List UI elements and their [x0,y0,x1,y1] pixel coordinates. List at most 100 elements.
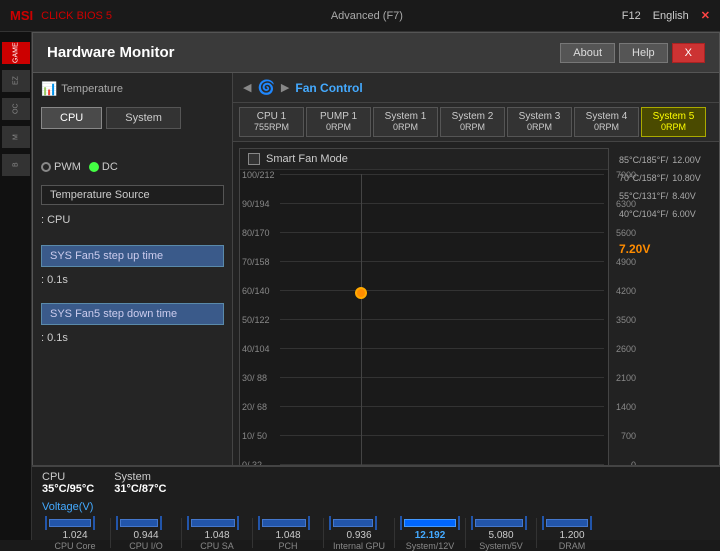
voltage-5v: 5.080 System/5V [466,516,536,551]
cpu-tab[interactable]: CPU [41,107,102,129]
voltage-section-label: Voltage(V) [32,499,720,515]
hardware-monitor-modal: Hardware Monitor About Help X 📊 Temperat… [32,32,720,540]
sidebar-tab-ez[interactable]: EZ [2,70,30,92]
sidebar-tab-oc[interactable]: OC [2,98,30,120]
cpu-temp-value: 35°C/95°C [42,483,94,495]
grid-line-6: 60/140 4200 [280,290,604,291]
left-sidebar: GAME EZ OC M B [0,32,32,540]
fan-btn-pump1[interactable]: PUMP 10RPM [306,107,371,137]
chart-area[interactable]: 100/212 7000 90/194 6300 80/170 5600 [240,170,608,498]
temp-source-value: : CPU [41,214,224,226]
system-label: System [114,471,166,483]
smart-fan-checkbox[interactable] [248,153,260,165]
grid-label-40: 40/104 [242,344,270,354]
chart-grid: 100/212 7000 90/194 6300 80/170 5600 [280,174,604,496]
top-bar-center: Advanced (F7) [331,10,403,22]
help-button[interactable]: Help [619,43,668,63]
about-button[interactable]: About [560,43,615,63]
dc-radio[interactable] [89,162,99,172]
step-up-value: : 0.1s [41,274,224,286]
grid-line-5: 50/122 3500 [280,319,604,320]
f12-label[interactable]: F12 [622,10,641,22]
dc-label: DC [102,161,118,173]
grid-line-7: 70/158 4900 [280,261,604,262]
system-temp-section: System 31°C/87°C [114,471,166,495]
v12-val: 12.192 [415,530,446,541]
smart-fan-row: Smart Fan Mode [240,149,608,170]
voltage-cpu-io: 0.944 CPU I/O [111,516,181,551]
fan-right-arrow: ▶ [281,81,289,94]
temperature-label: Temperature [61,83,123,95]
grid-line-3: 30/ 88 2100 [280,377,604,378]
grid-label-r50: 3500 [616,315,636,325]
bios-product: CLICK BIOS 5 [41,10,112,22]
system-tab[interactable]: System [106,107,181,129]
dc-option[interactable]: DC [89,161,118,173]
grid-label-r20: 1400 [616,402,636,412]
top-close-btn[interactable]: ✕ [701,9,710,22]
chart-data-point[interactable] [355,287,367,299]
grid-line-1: 10/ 50 700 [280,435,604,436]
mode-label[interactable]: Advanced (F7) [331,10,403,22]
chart-container: Smart Fan Mode 100/212 7000 90/194 6300 [239,148,609,499]
cpu-temp-section: CPU 35°C/95°C [42,471,94,495]
top-bar-right: F12 English ✕ [622,9,710,22]
fan-btn-sys3[interactable]: System 30RPM [507,107,572,137]
temperature-section-header: 📊 Temperature [41,81,224,97]
grid-label-20: 20/ 68 [242,402,267,412]
status-bar: CPU 35°C/95°C System 31°C/87°C Voltage(V… [32,465,720,540]
voltage-igpu: 0.936 Internal GPU [324,516,394,551]
grid-line-8: 80/170 5600 [280,232,604,233]
step-up-btn[interactable]: SYS Fan5 step up time [41,245,224,267]
voltage-cpu-sa: 1.048 CPU SA [182,516,252,551]
grid-line-9: 90/194 6300 [280,203,604,204]
vcpu-core-name: CPU Core [54,541,95,551]
fan-btn-sys1[interactable]: System 10RPM [373,107,438,137]
grid-label-90: 90/194 [242,199,270,209]
fan-btn-cpu1[interactable]: CPU 1755RPM [239,107,304,137]
sidebar-tab-board[interactable]: B [2,154,30,176]
fan-left-arrow: ◀ [243,81,251,94]
grid-label-10: 10/ 50 [242,431,267,441]
voltage-pch: 1.048 PCH [253,516,323,551]
msi-logo: MSI [10,8,33,23]
sidebar-tab-mflash[interactable]: M [2,126,30,148]
vcpu-sa-name: CPU SA [200,541,234,551]
pwm-option[interactable]: PWM [41,161,81,173]
temperature-source-btn[interactable]: Temperature Source [41,185,224,205]
grid-label-r60: 4200 [616,286,636,296]
temp-85-val: 12.00V [672,155,701,165]
fan-icon: 🌀 [257,79,274,96]
fan-buttons-grid: CPU 1755RPM PUMP 10RPM System 10RPM Syst… [233,103,719,142]
cpu-system-tabs: CPU System [41,107,224,129]
step-down-btn[interactable]: SYS Fan5 step down time [41,303,224,325]
top-bar: MSI CLICK BIOS 5 Advanced (F7) F12 Engli… [0,0,720,32]
grid-line-4: 40/104 2600 [280,348,604,349]
vigpu-name: Internal GPU [333,541,385,551]
chart-section: Smart Fan Mode 100/212 7000 90/194 6300 [233,142,719,505]
modal-close-button[interactable]: X [672,43,705,63]
cpu-label: CPU [42,471,94,483]
grid-label-r70: 4900 [616,257,636,267]
vdram-val: 1.200 [559,530,584,541]
system-temp-value: 31°C/87°C [114,483,166,495]
language-label[interactable]: English [653,10,689,22]
fan-btn-sys5[interactable]: System 50RPM [641,107,706,137]
sidebar-tab-game[interactable]: GAME [2,42,30,64]
grid-line-10: 100/212 7000 [280,174,604,175]
temp-item-85[interactable]: 85°C/185°F/ 12.00V [613,152,713,168]
grid-label-30: 30/ 88 [242,373,267,383]
pwm-label: PWM [54,161,81,173]
top-bar-left: MSI CLICK BIOS 5 [10,8,112,23]
pwm-dc-row: PWM DC [41,161,224,173]
temp-55-val: 8.40V [672,191,696,201]
temp-85-label: 85°C/185°F/ [619,155,668,165]
pwm-radio[interactable] [41,162,51,172]
fan-btn-sys4[interactable]: System 40RPM [574,107,639,137]
voltage-bars: 1.024 CPU Core 0.944 CPU I/O 1.048 CPU S… [32,515,720,551]
vigpu-val: 0.936 [346,530,371,541]
status-top: CPU 35°C/95°C System 31°C/87°C [32,467,720,499]
fan-btn-sys2[interactable]: System 20RPM [440,107,505,137]
v5-name: System/5V [479,541,523,551]
vcpu-io-val: 0.944 [133,530,158,541]
